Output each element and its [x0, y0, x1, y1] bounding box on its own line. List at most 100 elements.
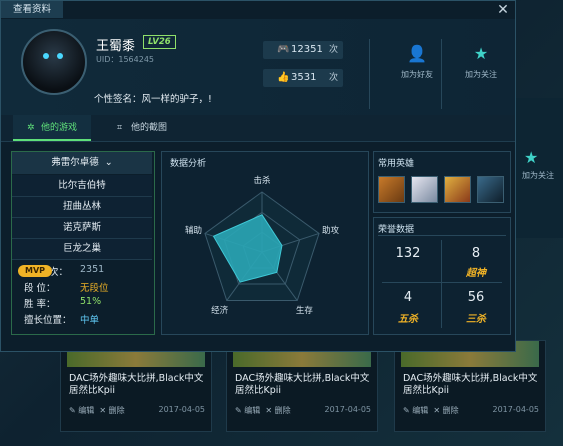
- stat-value: 51%: [80, 296, 102, 307]
- games-count: 12351: [291, 44, 323, 55]
- signature: 个性签名：风一样的驴子，!: [94, 94, 212, 105]
- username: 王蜀黍: [96, 39, 136, 54]
- video-title[interactable]: DAC场外趣味大比拼,Black中文居然比Kpii: [235, 373, 375, 397]
- profile-header: 王蜀黍 LV26 UID：1564245 个性签名：风一样的驴子，! 🎮 123…: [1, 19, 515, 115]
- panel-title: 荣誉数据: [378, 225, 415, 235]
- follow-label: 加为关注: [465, 70, 497, 79]
- edit-link[interactable]: 编辑: [412, 406, 428, 415]
- avatar[interactable]: [21, 29, 87, 95]
- edit-icon[interactable]: ✎: [403, 406, 410, 415]
- star-icon: ★: [473, 44, 489, 63]
- mvp-badge: MVP: [18, 265, 52, 277]
- radar-axis-label: 击杀: [253, 175, 271, 186]
- divider: [378, 235, 506, 236]
- crop-icon: ⌗: [117, 123, 123, 133]
- region-panel: 弗雷尔卓德 ⌄ 比尔吉伯特 扭曲丛林 诺克萨斯 巨龙之巢 总 场 次： 2351…: [11, 151, 155, 335]
- gear-icon: ✲: [27, 123, 35, 133]
- tab-games-label: 他的游戏: [41, 123, 78, 133]
- region-option[interactable]: 诺克萨斯: [12, 217, 152, 239]
- add-friend-icon: 👤: [407, 44, 427, 63]
- gamepad-icon: 🎮: [277, 44, 290, 55]
- radar-axis-label: 助攻: [322, 225, 340, 236]
- radar-axis-label: 辅助: [185, 225, 202, 236]
- delete-icon[interactable]: ✕: [265, 406, 272, 415]
- video-title[interactable]: DAC场外趣味大比拼,Black中文居然比Kpii: [69, 373, 209, 397]
- video-date: 2017-04-05: [492, 405, 540, 414]
- hero-portrait[interactable]: [444, 176, 471, 203]
- region-option[interactable]: 比尔吉伯特: [12, 175, 152, 197]
- region-options: 比尔吉伯特 扭曲丛林 诺克萨斯 巨龙之巢: [12, 175, 152, 260]
- mvp-count: 132: [395, 246, 421, 261]
- video-date: 2017-04-05: [324, 405, 372, 414]
- card-actions: ✎ 编辑 ✕ 删除: [235, 405, 291, 416]
- hero-portrait[interactable]: [477, 176, 504, 203]
- tab-screenshots[interactable]: ⌗ 他的截图: [103, 115, 187, 141]
- profile-dialog: 查看资料 ✕ 王蜀黍 LV26 UID：1564245 个性签名：风一样的驴子，…: [0, 0, 516, 352]
- edit-link[interactable]: 编辑: [244, 406, 260, 415]
- radar-axis-label: 经济: [211, 305, 229, 316]
- stat-value: 2351: [80, 264, 105, 275]
- delete-link[interactable]: 删除: [109, 406, 125, 415]
- likes-count: 3531: [291, 72, 317, 83]
- video-date: 2017-04-05: [158, 405, 206, 414]
- divider: [441, 240, 442, 328]
- stat-value: 中单: [80, 315, 100, 326]
- delete-link[interactable]: 删除: [275, 406, 291, 415]
- radar-axis-label: 生存: [296, 305, 314, 316]
- user-id: UID：1564245: [96, 55, 155, 64]
- data-analysis-panel: 数据分析 击杀 助攻 生存 经济 辅助: [161, 151, 369, 335]
- card-actions: ✎ 编辑 ✕ 删除: [69, 405, 125, 416]
- card-actions: ✎ 编辑 ✕ 删除: [403, 405, 459, 416]
- panel-title: 常用英雄: [378, 159, 415, 169]
- edit-link[interactable]: 编辑: [78, 406, 94, 415]
- region-option[interactable]: 扭曲丛林: [12, 196, 152, 218]
- avatar-eye: [43, 53, 49, 59]
- video-card[interactable]: DAC场外趣味大比拼,Black中文居然比Kpii ✎ 编辑 ✕ 删除 2017…: [226, 340, 378, 432]
- level-badge: LV26: [143, 35, 176, 49]
- penta-badge: 五杀: [398, 314, 418, 325]
- close-icon[interactable]: ✕: [496, 3, 510, 17]
- video-card[interactable]: DAC场外趣味大比拼,Black中文居然比Kpii ✎ 编辑 ✕ 删除 2017…: [60, 340, 212, 432]
- chevron-down-icon: ⌄: [101, 157, 113, 168]
- stat-label: 段 位：: [24, 283, 56, 294]
- stat-label: 擅长位置：: [24, 315, 72, 326]
- godlike-badge: 超神: [466, 268, 486, 279]
- radar-chart: 击杀助攻生存 经济 辅助: [185, 175, 340, 316]
- likes-unit: 次: [329, 73, 339, 83]
- tab-games[interactable]: ✲ 他的游戏: [13, 115, 91, 141]
- video-card[interactable]: DAC场外趣味大比拼,Black中文居然比Kpii ✎ 编辑 ✕ 删除 2017…: [394, 340, 546, 432]
- godlike-count: 8: [471, 246, 481, 261]
- stat-value: 无段位: [80, 283, 109, 294]
- hero-portrait[interactable]: [411, 176, 438, 203]
- background-panel: ★ 加为关注: [515, 98, 563, 238]
- delete-icon[interactable]: ✕: [99, 406, 106, 415]
- add-friend-label: 加为好友: [401, 70, 433, 79]
- thumbs-up-icon: 👍: [277, 72, 290, 83]
- hero-portrait[interactable]: [378, 176, 405, 203]
- favorite-heroes-panel: 常用英雄: [373, 151, 511, 213]
- triple-badge: 三杀: [466, 314, 486, 325]
- region-selected: 弗雷尔卓德: [51, 157, 99, 168]
- honor-panel: 荣誉数据 132 8 超神 4 五杀 56 三杀: [373, 217, 511, 335]
- games-unit: 次: [329, 45, 339, 55]
- tab-screenshots-label: 他的截图: [131, 123, 168, 133]
- follow-label: 加为关注: [522, 171, 554, 180]
- triple-count: 56: [467, 290, 485, 305]
- tab-bar: ✲ 他的游戏 ⌗ 他的截图: [1, 115, 515, 142]
- delete-icon[interactable]: ✕: [433, 406, 440, 415]
- dialog-title: 查看资料: [1, 1, 63, 18]
- penta-count: 4: [403, 290, 413, 305]
- follow-button[interactable]: ★ 加为关注: [451, 45, 511, 80]
- region-option[interactable]: 巨龙之巢: [12, 238, 152, 260]
- delete-link[interactable]: 删除: [443, 406, 459, 415]
- games-count-pill: 🎮 12351 次: [263, 41, 343, 59]
- stat-label: 胜 率：: [24, 299, 56, 310]
- star-icon[interactable]: ★: [524, 148, 538, 167]
- video-title[interactable]: DAC场外趣味大比拼,Black中文居然比Kpii: [403, 373, 543, 397]
- add-friend-button[interactable]: 👤 加为好友: [387, 45, 447, 80]
- edit-icon[interactable]: ✎: [69, 406, 76, 415]
- edit-icon[interactable]: ✎: [235, 406, 242, 415]
- likes-count-pill: 👍 3531 次: [263, 69, 343, 87]
- region-dropdown[interactable]: 弗雷尔卓德 ⌄: [12, 152, 152, 174]
- divider: [382, 282, 502, 283]
